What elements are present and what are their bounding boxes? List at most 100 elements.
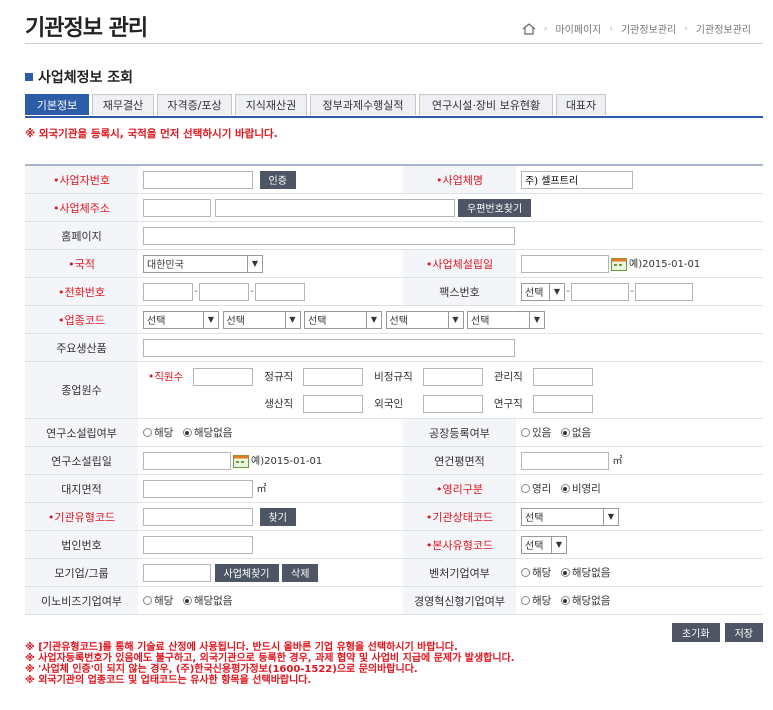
biz-no-label-text: •사업자번호	[52, 173, 111, 187]
phone-input-3[interactable]	[255, 282, 305, 301]
foreign-warning: ※ 외국기관을 등록시, 국적을 먼저 선택하시기 바랍니다.	[25, 128, 278, 140]
profit-yes-radio[interactable]	[521, 484, 530, 493]
emp-foreign-input[interactable]	[422, 394, 483, 413]
lab-yes-label: 해당	[154, 427, 174, 439]
emp-research-input[interactable]	[532, 394, 593, 413]
innobiz-no-radio[interactable]	[182, 596, 192, 605]
found-date-example: 예)2015-01-01	[629, 258, 701, 270]
note-line: ※ '사업체 인증'이 되지 않는 경우, (주)한국신용평가정보(1600-1…	[25, 664, 418, 675]
group-label: 모기업/그룹	[25, 558, 138, 587]
venture-yes-radio[interactable]	[521, 568, 530, 577]
profit-no-radio[interactable]	[560, 484, 570, 493]
industry-select-value: 선택	[308, 316, 327, 327]
land-area-input[interactable]	[143, 479, 253, 498]
biz-find-button[interactable]: 사업체찾기	[214, 563, 279, 582]
tab-bar: 기본정보 재무결산 자격증/포상 지식재산권 정부과제수행실적 연구시설·장비 …	[25, 94, 763, 118]
page-title: 기관정보 관리	[25, 16, 148, 41]
biz-addr-label: •사업체주소	[25, 193, 138, 222]
phone-input-1[interactable]	[143, 282, 193, 301]
save-button[interactable]: 저장	[724, 623, 763, 642]
homepage-input[interactable]	[143, 226, 515, 245]
factory-no-radio[interactable]	[560, 428, 570, 437]
note-line: ※ [기관유형코드]를 통해 기술료 산정에 사용됩니다. 반드시 올바른 기업…	[25, 642, 458, 653]
factory-yes-radio[interactable]	[521, 428, 530, 437]
address-input[interactable]	[214, 198, 455, 217]
breadcrumb-mypage[interactable]: 마이페이지	[555, 21, 601, 36]
emp-manager-input[interactable]	[532, 367, 593, 386]
tab-ip[interactable]: 지식재산권	[235, 94, 307, 115]
org-status-select[interactable]: 선택 ▼	[521, 507, 619, 526]
business-info-form: •사업자번호 인증 •사업체명 •사업체주소 우편번호찾기 홈페이지 •국적 대…	[25, 164, 763, 615]
industry-select-3[interactable]: 선택 ▼	[304, 310, 382, 329]
home-icon[interactable]	[522, 22, 536, 35]
mainbiz-yes-radio[interactable]	[521, 596, 530, 605]
emp-production-input[interactable]	[303, 394, 364, 413]
lab-no-radio[interactable]	[182, 428, 192, 437]
fax-select[interactable]: 선택 ▼	[521, 282, 565, 301]
phone-input-2[interactable]	[199, 282, 249, 301]
industry-select-value: 선택	[389, 316, 408, 327]
industry-select-2[interactable]: 선택 ▼	[222, 310, 301, 329]
found-date-label: •사업체설립일	[403, 249, 516, 278]
corp-no-input[interactable]	[143, 535, 253, 554]
factory-label: 공장등록여부	[403, 418, 516, 447]
found-date-label-text: •사업체설립일	[425, 257, 494, 271]
venture-no-radio[interactable]	[560, 568, 570, 577]
biz-name-label-text: •사업체명	[436, 173, 483, 187]
tab-certificates[interactable]: 자격증/포상	[157, 94, 232, 115]
tab-finance[interactable]: 재무결산	[92, 94, 154, 115]
org-type-find-button[interactable]: 찾기	[259, 507, 296, 526]
industry-label-text: •업종코드	[58, 313, 105, 327]
lab-no-label: 해당없음	[193, 427, 233, 439]
group-input[interactable]	[143, 563, 211, 582]
notes: ※ [기관유형코드]를 통해 기술료 산정에 사용됩니다. 반드시 올바른 기업…	[25, 642, 515, 686]
innobiz-yes-radio[interactable]	[143, 596, 152, 605]
nation-select[interactable]: 대한민국 ▼	[143, 254, 263, 273]
breadcrumb-current: 기관정보관리	[695, 25, 751, 36]
breadcrumb-org-manage[interactable]: 기관정보관리	[621, 21, 676, 36]
lab-date-label: 연구소설립일	[25, 446, 138, 475]
hq-type-select[interactable]: 선택 ▼	[521, 535, 567, 554]
delete-button[interactable]: 삭제	[282, 563, 319, 582]
lab-yes-radio[interactable]	[143, 428, 152, 437]
emp-production-label: 생산직	[264, 398, 294, 410]
calendar-icon[interactable]	[233, 454, 249, 468]
hq-type-label-text: •본사유형코드	[425, 538, 494, 552]
zipcode-search-button[interactable]: 우편번호찾기	[458, 198, 532, 217]
org-type-input[interactable]	[143, 507, 253, 526]
floor-area-input[interactable]	[521, 451, 609, 470]
biz-no-input[interactable]	[143, 170, 253, 189]
tab-basic-info[interactable]: 기본정보	[25, 94, 89, 115]
floor-area-label: 연건평면적	[403, 446, 516, 475]
tab-representative[interactable]: 대표자	[556, 94, 606, 115]
chevron-down-icon: ▼	[447, 311, 463, 328]
emp-regular-label: 정규직	[264, 371, 294, 383]
tab-research-equipment[interactable]: 연구시설·장비 보유현황	[419, 94, 553, 115]
bullet-square-icon	[25, 73, 33, 81]
chevron-down-icon: ▼	[203, 311, 218, 328]
chevron-down-icon: ▼	[529, 311, 544, 328]
mainbiz-no-radio[interactable]	[560, 596, 570, 605]
profit-no-label: 비영리	[571, 483, 601, 495]
emp-nonregular-input[interactable]	[422, 367, 483, 386]
fax-label: 팩스번호	[403, 277, 516, 306]
industry-select-4[interactable]: 선택 ▼	[385, 310, 464, 329]
fax-input-3[interactable]	[635, 282, 693, 301]
biz-name-input[interactable]	[521, 170, 633, 189]
tab-gov-projects[interactable]: 정부과제수행실적	[310, 94, 416, 115]
auth-button[interactable]: 인증	[259, 170, 296, 189]
lab-date-input[interactable]	[143, 451, 231, 470]
fax-input-2[interactable]	[571, 282, 629, 301]
reset-button[interactable]: 초기화	[671, 623, 720, 642]
industry-select-5[interactable]: 선택 ▼	[467, 310, 545, 329]
industry-select-1[interactable]: 선택 ▼	[143, 310, 219, 329]
emp-regular-input[interactable]	[303, 367, 364, 386]
emp-total-input[interactable]	[193, 367, 254, 386]
note-line: ※ 외국기관의 업종코드 및 업태코드는 유사한 항목을 선택바랍니다.	[25, 675, 312, 686]
zipcode-input[interactable]	[143, 198, 211, 217]
calendar-icon[interactable]	[611, 257, 627, 271]
found-date-input[interactable]	[521, 254, 609, 273]
innobiz-yes-label: 해당	[154, 595, 174, 607]
products-input[interactable]	[143, 338, 515, 357]
industry-select-value: 선택	[147, 316, 166, 327]
